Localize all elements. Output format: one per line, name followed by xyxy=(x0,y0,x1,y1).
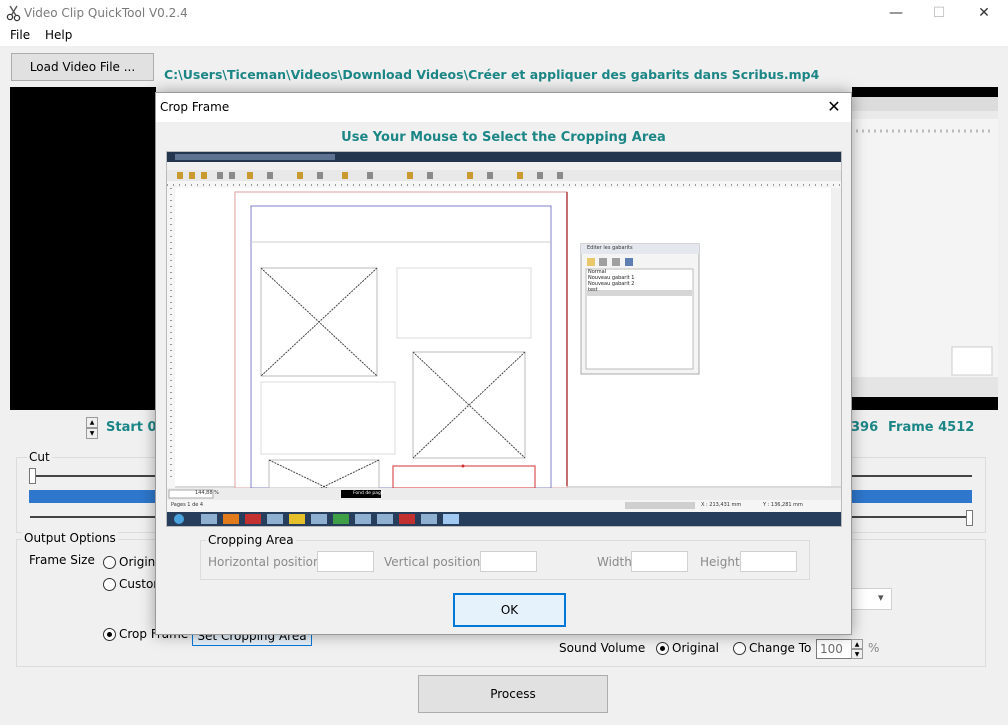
cropping-area-label: Cropping Area xyxy=(206,533,296,547)
volume-stepper[interactable]: ▲ ▼ xyxy=(851,639,863,659)
height-field[interactable] xyxy=(740,551,797,572)
preview-layer: Fond de page xyxy=(353,491,384,496)
start-slider-thumb[interactable] xyxy=(29,468,36,484)
horizontal-position-field[interactable] xyxy=(317,551,374,572)
cut-label: Cut xyxy=(27,450,52,464)
scissors-icon xyxy=(6,5,21,22)
dialog-close-button[interactable]: ✕ xyxy=(821,96,847,118)
load-video-button[interactable]: Load Video File ... xyxy=(11,53,154,81)
close-button[interactable]: ✕ xyxy=(969,4,999,22)
stepper-up-icon[interactable]: ▲ xyxy=(851,639,863,649)
preview-x-readout: X : 213,431 mm xyxy=(701,502,742,508)
width-field[interactable] xyxy=(631,551,688,572)
preview-zoom: 144,88 % xyxy=(195,490,219,496)
menu-help[interactable]: Help xyxy=(45,28,72,42)
video-preview-end xyxy=(852,87,998,410)
crop-instruction: Use Your Mouse to Select the Cropping Ar… xyxy=(341,130,666,145)
end-slider-thumb[interactable] xyxy=(966,510,973,526)
crop-preview-area[interactable]: Editer les gabarits Normal Nouveau gabar… xyxy=(166,151,842,527)
video-preview-start xyxy=(10,87,156,410)
sound-volume-label: Sound Volume xyxy=(559,641,646,655)
preview-panel-title: Editer les gabarits xyxy=(587,245,633,251)
stepper-up-icon[interactable]: ▲ xyxy=(86,417,98,428)
end-frame-label: Frame 4512 xyxy=(888,420,975,435)
sound-original-label[interactable]: Original xyxy=(672,641,719,655)
menu-file[interactable]: File xyxy=(10,28,30,42)
video-frame-thumbnail xyxy=(852,97,998,397)
stepper-down-icon[interactable]: ▼ xyxy=(86,428,98,439)
height-label: Height xyxy=(700,555,740,569)
process-button[interactable]: Process xyxy=(418,675,608,713)
crop-frame-dialog: Crop Frame ✕ Use Your Mouse to Select th… xyxy=(155,92,852,635)
horizontal-position-label: Horizontal position xyxy=(208,555,321,569)
sound-change-radio[interactable] xyxy=(733,642,746,655)
vertical-position-label: Vertical position xyxy=(384,555,481,569)
video-frame-image xyxy=(167,152,841,526)
frame-size-original-radio[interactable] xyxy=(103,556,116,569)
menu-bar: File Help xyxy=(0,26,1008,46)
maximize-button[interactable]: ☐ xyxy=(924,4,954,22)
vertical-position-field[interactable] xyxy=(480,551,537,572)
preview-status: Pages 1 de 4 xyxy=(171,502,204,508)
file-path-label: C:\Users\Ticeman\Videos\Download Videos\… xyxy=(164,67,820,82)
width-label: Width xyxy=(597,555,632,569)
end-frame-fragment: 396 xyxy=(851,420,879,435)
volume-input[interactable]: 100 xyxy=(816,639,852,659)
list-item: test xyxy=(588,287,598,293)
crop-frame-radio[interactable] xyxy=(103,628,116,641)
dialog-title: Crop Frame xyxy=(160,100,230,114)
dialog-title-bar: Crop Frame ✕ xyxy=(156,93,851,122)
minimize-button[interactable]: — xyxy=(881,4,911,22)
output-options-label: Output Options xyxy=(22,531,118,545)
frame-size-custom-radio[interactable] xyxy=(103,578,116,591)
chevron-down-icon[interactable]: ▾ xyxy=(878,591,884,604)
sound-original-radio[interactable] xyxy=(656,642,669,655)
stepper-down-icon[interactable]: ▼ xyxy=(851,649,863,659)
window-title: Video Clip QuickTool V0.2.4 xyxy=(24,6,188,20)
sound-change-label[interactable]: Change To xyxy=(749,641,811,655)
frame-size-label: Frame Size xyxy=(29,553,95,567)
percent-label: % xyxy=(868,641,880,655)
start-frame-stepper[interactable]: ▲ ▼ xyxy=(86,417,98,439)
preview-y-readout: Y : 136,281 mm xyxy=(763,502,803,508)
ok-button[interactable]: OK xyxy=(453,593,566,627)
title-bar: Video Clip QuickTool V0.2.4 — ☐ ✕ xyxy=(0,0,1008,26)
preview-panel-list: Normal Nouveau gabarit 1 Nouveau gabarit… xyxy=(588,269,634,293)
frame-size-custom-label[interactable]: Custor xyxy=(119,577,158,591)
